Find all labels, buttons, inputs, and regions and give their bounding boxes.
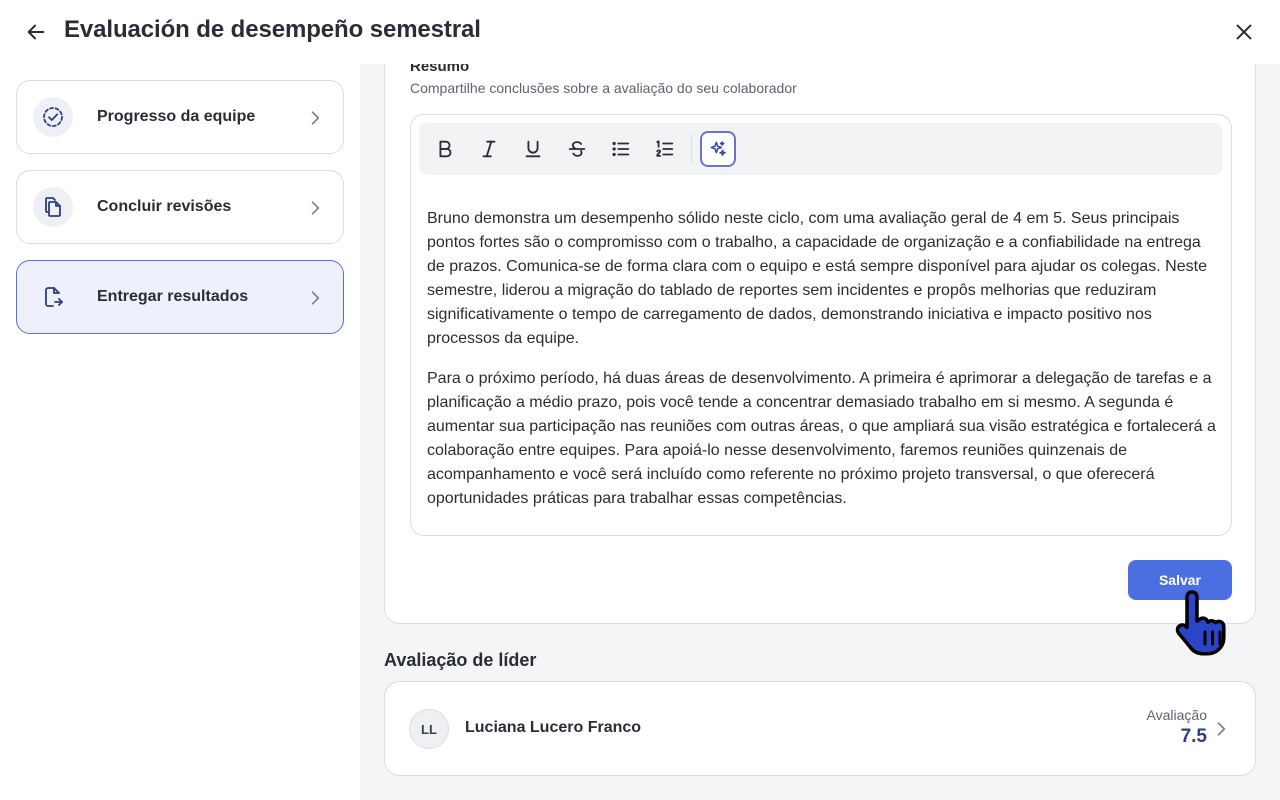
editor-content[interactable]: Bruno demonstra um desempenho sólido nes… xyxy=(427,207,1217,527)
chevron-right-icon xyxy=(311,111,320,125)
step-icon-wrap xyxy=(33,277,73,317)
file-export-icon xyxy=(45,287,63,307)
arrow-left-icon xyxy=(27,24,45,40)
leader-rating-card[interactable]: LL Luciana Lucero Franco Avaliação 7.5 xyxy=(384,681,1256,776)
bullet-list-button[interactable] xyxy=(605,133,637,165)
avatar: LL xyxy=(409,709,449,749)
chevron-right-icon xyxy=(311,291,320,305)
leader-name: Luciana Lucero Franco xyxy=(465,719,642,736)
bold-button[interactable] xyxy=(429,133,461,165)
bold-icon xyxy=(439,140,452,158)
summary-paragraph: Bruno demonstra um desempenho sólido nes… xyxy=(427,210,1207,347)
chevron-right-icon xyxy=(311,201,320,215)
steps-sidebar: Progresso da equipe Concluir revisões En… xyxy=(0,64,360,800)
page-title: Evaluación de desempeño semestral xyxy=(64,16,481,43)
close-icon xyxy=(1236,24,1252,40)
strikethrough-icon xyxy=(568,141,586,157)
ai-sparkle-icon xyxy=(710,141,726,156)
step-label: Entregar resultados xyxy=(97,288,249,305)
copy-documents-icon xyxy=(45,197,61,217)
numbered-list-icon xyxy=(656,140,674,157)
close-button[interactable] xyxy=(1228,17,1260,47)
underline-button[interactable] xyxy=(517,133,549,165)
underline-icon xyxy=(525,140,541,158)
summary-subtitle: Compartilhe conclusões sobre a avaliação… xyxy=(410,80,797,96)
bullet-list-icon xyxy=(612,141,630,157)
ai-assist-button[interactable] xyxy=(700,131,736,167)
step-label: Progresso da equipe xyxy=(97,108,256,125)
leader-section-heading: Avaliação de líder xyxy=(384,650,537,670)
toolbar-divider xyxy=(691,135,692,163)
step-icon-wrap xyxy=(33,187,73,227)
chevron-right-icon xyxy=(1217,722,1226,736)
step-deliver-results[interactable]: Entregar resultados xyxy=(16,260,344,334)
numbered-list-button[interactable] xyxy=(649,133,681,165)
italic-button[interactable] xyxy=(473,133,505,165)
rating-value: 7.5 xyxy=(1180,726,1207,747)
rating-label: Avaliação xyxy=(1146,707,1207,723)
step-label: Concluir revisões xyxy=(97,198,232,215)
step-complete-reviews[interactable]: Concluir revisões xyxy=(16,170,344,244)
save-button[interactable]: Salvar xyxy=(1128,560,1232,600)
editor-toolbar xyxy=(419,123,1223,175)
summary-title: Resumo xyxy=(410,64,470,75)
progress-check-icon xyxy=(43,107,63,127)
main-content[interactable]: Resumo Compartilhe conclusões sobre a av… xyxy=(360,64,1280,800)
strikethrough-button[interactable] xyxy=(561,133,593,165)
step-icon-wrap xyxy=(33,97,73,137)
rich-text-editor[interactable]: Bruno demonstra um desempenho sólido nes… xyxy=(410,114,1232,536)
page-header: Evaluación de desempeño semestral xyxy=(0,0,1280,64)
back-button[interactable] xyxy=(20,17,52,47)
summary-card: Resumo Compartilhe conclusões sobre a av… xyxy=(384,64,1256,624)
step-progress-team[interactable]: Progresso da equipe xyxy=(16,80,344,154)
italic-icon xyxy=(482,140,496,158)
summary-paragraph: Para o próximo período, há duas áreas de… xyxy=(427,370,1216,507)
